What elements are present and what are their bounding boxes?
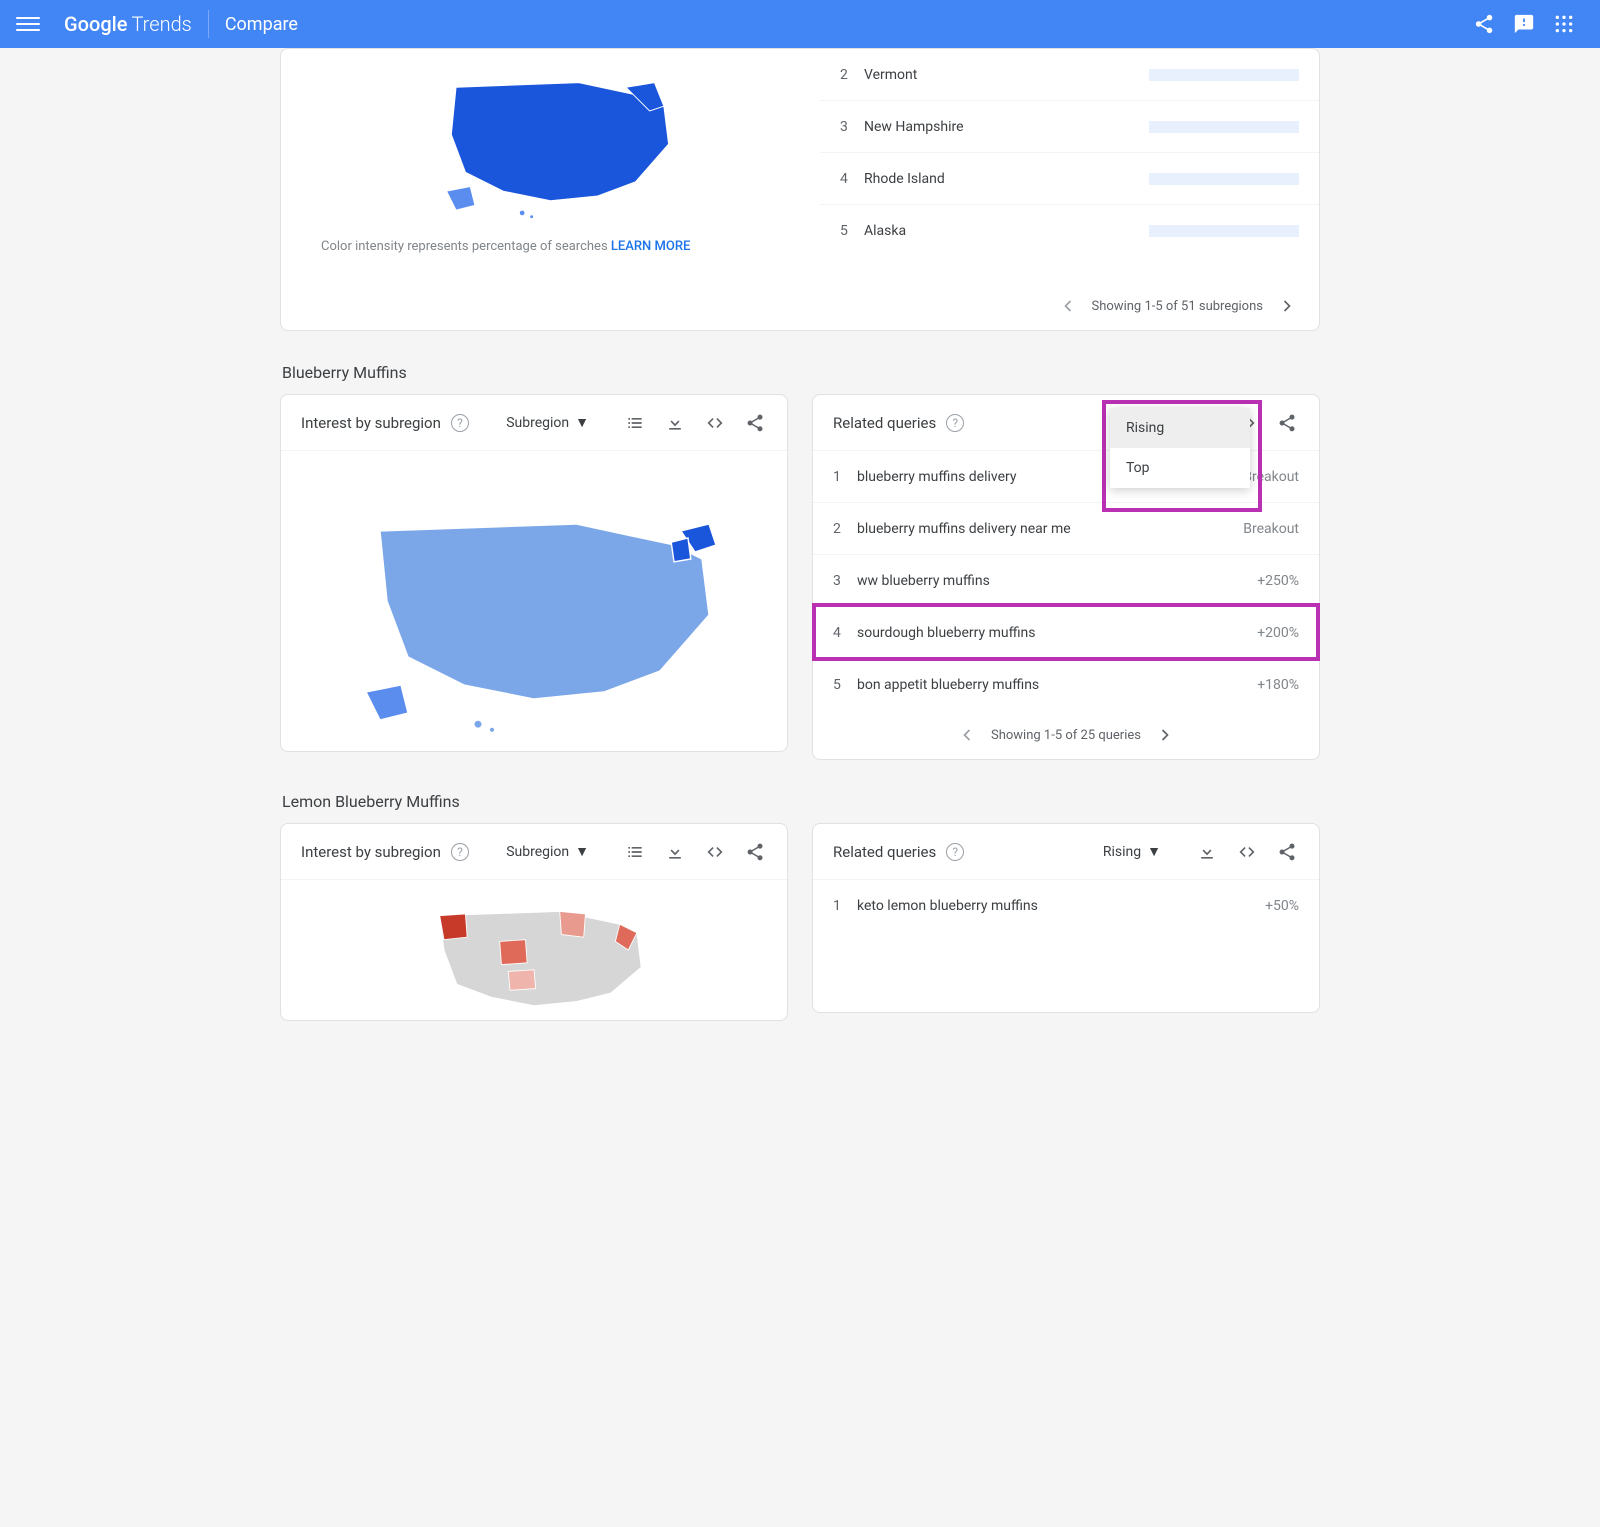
menu-icon[interactable] bbox=[16, 12, 40, 36]
region-row[interactable]: 4Rhode Island bbox=[820, 153, 1319, 205]
query-list: 1blueberry muffins deliveryBreakout 2blu… bbox=[813, 451, 1319, 711]
header-divider bbox=[208, 10, 209, 38]
help-icon[interactable]: ? bbox=[451, 414, 469, 432]
region-list: 2Vermont 3New Hampshire 4Rhode Island 5A… bbox=[820, 49, 1319, 257]
region-pagination: Showing 1-5 of 51 subregions bbox=[281, 282, 1319, 330]
region-row[interactable]: 2Vermont bbox=[820, 49, 1319, 101]
prev-icon[interactable] bbox=[955, 723, 979, 747]
card-title: Related queries bbox=[833, 843, 936, 861]
logo-product: Trends bbox=[131, 12, 191, 36]
related-queries-card: Related queries ? Rising▼ 1keto lemon bl… bbox=[812, 823, 1320, 1013]
section-title: Blueberry Muffins bbox=[282, 363, 1320, 382]
feedback-icon[interactable] bbox=[1504, 4, 1544, 44]
list-view-icon[interactable] bbox=[623, 840, 647, 864]
help-icon[interactable]: ? bbox=[451, 843, 469, 861]
help-icon[interactable]: ? bbox=[946, 414, 964, 432]
download-icon[interactable] bbox=[1195, 840, 1219, 864]
region-row[interactable]: 3New Hampshire bbox=[820, 101, 1319, 153]
sort-dropdown[interactable]: Rising▼ bbox=[1103, 843, 1161, 860]
card-title: Interest by subregion bbox=[301, 843, 441, 861]
learn-more-link[interactable]: LEARN MORE bbox=[611, 239, 690, 254]
region-card-top: Color intensity represents percentage of… bbox=[280, 48, 1320, 331]
logo[interactable]: Google Trends bbox=[64, 12, 192, 36]
region-row[interactable]: 5Alaska bbox=[820, 205, 1319, 257]
embed-icon[interactable] bbox=[1235, 840, 1259, 864]
logo-brand: Google bbox=[64, 12, 127, 36]
page-title: Compare bbox=[225, 14, 298, 35]
dropdown-option-top[interactable]: Top bbox=[1110, 448, 1250, 488]
apps-icon[interactable] bbox=[1544, 4, 1584, 44]
share-icon[interactable] bbox=[1275, 840, 1299, 864]
share-icon[interactable] bbox=[1275, 411, 1299, 435]
us-map[interactable] bbox=[301, 49, 800, 239]
card-title: Interest by subregion bbox=[301, 414, 441, 432]
card-title: Related queries bbox=[833, 414, 936, 432]
next-icon[interactable] bbox=[1275, 294, 1299, 318]
interest-subregion-card: Interest by subregion ? Subregion▼ bbox=[280, 823, 788, 1021]
query-row[interactable]: 3ww blueberry muffins+250% bbox=[813, 555, 1319, 607]
share-icon[interactable] bbox=[1464, 4, 1504, 44]
map-caption: Color intensity represents percentage of… bbox=[301, 239, 800, 274]
section-title: Lemon Blueberry Muffins bbox=[282, 792, 1320, 811]
us-map[interactable] bbox=[281, 451, 787, 751]
share-icon[interactable] bbox=[743, 411, 767, 435]
dropdown-option-rising[interactable]: Rising bbox=[1110, 408, 1250, 448]
sort-dropdown-menu: Rising Top bbox=[1110, 408, 1250, 488]
query-pagination: Showing 1-5 of 25 queries bbox=[813, 711, 1319, 759]
interest-subregion-card: Interest by subregion ? Subregion▼ bbox=[280, 394, 788, 752]
app-header: Google Trends Compare bbox=[0, 0, 1600, 48]
us-map[interactable] bbox=[281, 880, 787, 1020]
subregion-dropdown[interactable]: Subregion▼ bbox=[506, 414, 589, 431]
pagination-text: Showing 1-5 of 51 subregions bbox=[1092, 299, 1263, 314]
embed-icon[interactable] bbox=[703, 411, 727, 435]
query-list: 1keto lemon blueberry muffins+50% bbox=[813, 880, 1319, 932]
share-icon[interactable] bbox=[743, 840, 767, 864]
download-icon[interactable] bbox=[663, 840, 687, 864]
query-row[interactable]: 1keto lemon blueberry muffins+50% bbox=[813, 880, 1319, 932]
next-icon[interactable] bbox=[1153, 723, 1177, 747]
query-row[interactable]: 5bon appetit blueberry muffins+180% bbox=[813, 659, 1319, 711]
pagination-text: Showing 1-5 of 25 queries bbox=[991, 728, 1141, 743]
prev-icon[interactable] bbox=[1056, 294, 1080, 318]
subregion-dropdown[interactable]: Subregion▼ bbox=[506, 843, 589, 860]
query-row[interactable]: 4sourdough blueberry muffins+200% bbox=[813, 607, 1319, 659]
embed-icon[interactable] bbox=[703, 840, 727, 864]
download-icon[interactable] bbox=[663, 411, 687, 435]
help-icon[interactable]: ? bbox=[946, 843, 964, 861]
query-row[interactable]: 2blueberry muffins delivery near meBreak… bbox=[813, 503, 1319, 555]
list-view-icon[interactable] bbox=[623, 411, 647, 435]
